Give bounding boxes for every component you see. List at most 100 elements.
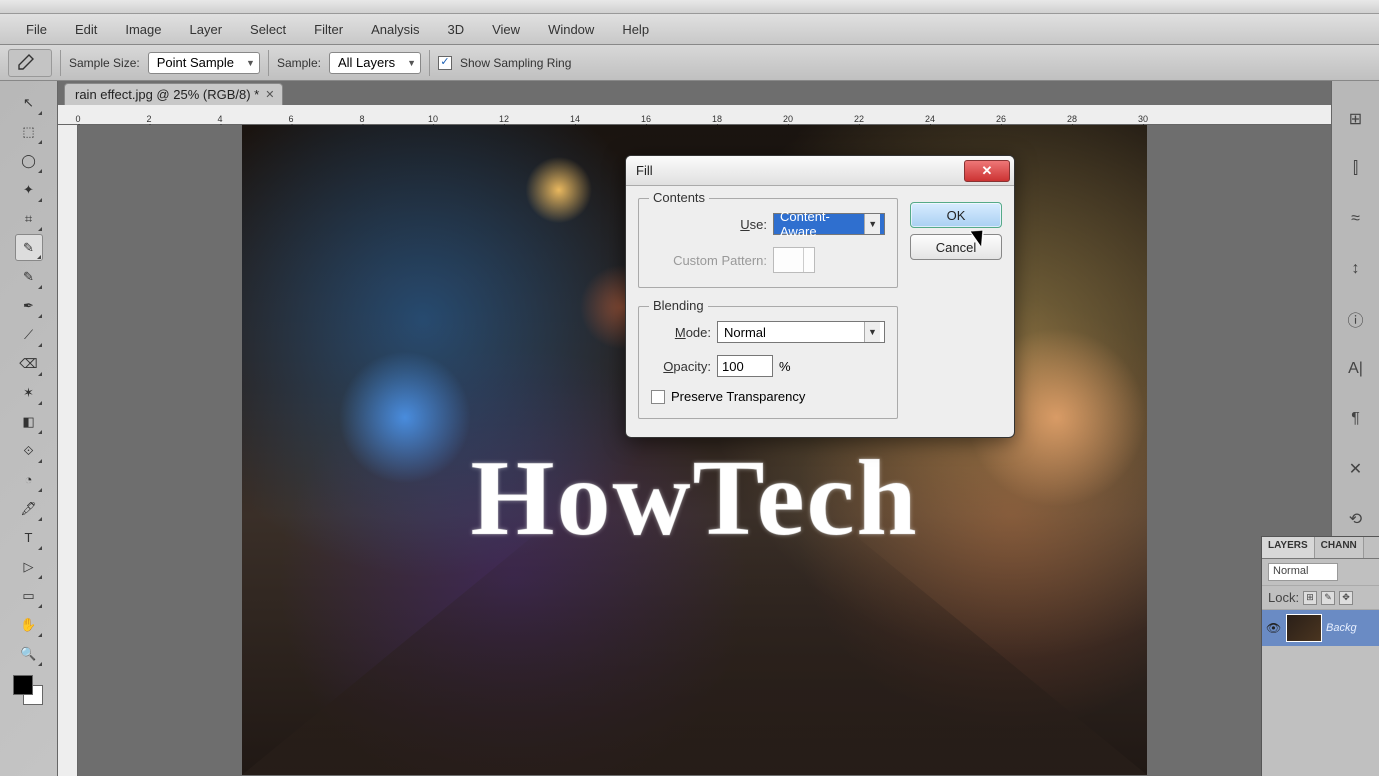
menu-select[interactable]: Select	[236, 18, 300, 41]
lock-brush-icon[interactable]: ✎	[1321, 591, 1335, 605]
panel-icon[interactable]: ⊞	[1342, 107, 1370, 131]
lock-move-icon[interactable]: ✥	[1339, 591, 1353, 605]
lock-label: Lock:	[1268, 590, 1299, 605]
ruler-tick: 24	[925, 114, 935, 124]
ok-button[interactable]: OK	[910, 202, 1002, 228]
menu-file[interactable]: File	[12, 18, 61, 41]
brush-tool[interactable]: ✒	[15, 292, 43, 319]
shape-tool[interactable]: ▭	[15, 582, 43, 609]
eyedropper-tool-icon[interactable]	[8, 49, 52, 77]
blur-tool[interactable]: ⟐	[15, 437, 43, 464]
panel-icon[interactable]: ⫿	[1342, 157, 1370, 181]
eraser-tool[interactable]: ✶	[15, 379, 43, 406]
use-value: Content-Aware	[780, 209, 864, 239]
sample-label: Sample:	[277, 56, 321, 70]
blend-mode-combo[interactable]: Normal	[1268, 563, 1338, 581]
hand-tool[interactable]: ✋	[15, 611, 43, 638]
opacity-value: 100	[722, 359, 744, 374]
chevron-down-icon: ▼	[864, 322, 880, 342]
close-icon[interactable]: ✕	[265, 88, 274, 101]
show-sampling-ring-label: Show Sampling Ring	[460, 56, 571, 70]
cancel-button[interactable]: Cancel	[910, 234, 1002, 260]
sample-combo[interactable]: All Layers ▼	[329, 52, 421, 74]
pen-tool[interactable]: 🖋	[15, 495, 43, 522]
crop-tool[interactable]: ⌗	[15, 205, 43, 232]
divider	[429, 50, 430, 76]
menu-layer[interactable]: Layer	[176, 18, 237, 41]
menu-3d[interactable]: 3D	[433, 18, 478, 41]
gradient-tool[interactable]: ◧	[15, 408, 43, 435]
preserve-transparency-label: Preserve Transparency	[671, 389, 805, 404]
use-combo[interactable]: Content-Aware ▼	[773, 213, 885, 235]
opacity-input[interactable]: 100	[717, 355, 773, 377]
chevron-down-icon: ▼	[864, 214, 880, 234]
document-tab[interactable]: rain effect.jpg @ 25% (RGB/8) * ✕	[64, 83, 283, 105]
menu-edit[interactable]: Edit	[61, 18, 111, 41]
opacity-label: Opacity:	[651, 359, 711, 374]
custom-pattern-label: Custom Pattern:	[651, 253, 767, 268]
marquee-tool[interactable]: ⬚	[15, 118, 43, 145]
healing-brush-tool[interactable]: ✎	[15, 263, 43, 290]
document-tab-title: rain effect.jpg @ 25% (RGB/8) *	[75, 87, 259, 102]
layer-thumbnail[interactable]	[1286, 614, 1322, 642]
move-tool[interactable]: ↖	[15, 89, 43, 116]
menu-analysis[interactable]: Analysis	[357, 18, 433, 41]
ruler-tick: 6	[288, 114, 293, 124]
show-sampling-ring-checkbox[interactable]: ✓	[438, 56, 452, 70]
horizontal-ruler: 024681012141618202224262830	[58, 105, 1331, 125]
character-panel-icon[interactable]: A|	[1342, 357, 1370, 381]
panel-icon[interactable]: ≈	[1342, 207, 1370, 231]
ruler-tick: 16	[641, 114, 651, 124]
layer-row[interactable]: 👁 Backg	[1262, 610, 1379, 646]
panel-icon[interactable]: ⟲	[1342, 507, 1370, 531]
menu-filter[interactable]: Filter	[300, 18, 357, 41]
sample-size-combo[interactable]: Point Sample ▼	[148, 52, 260, 74]
clone-stamp-tool[interactable]: ⟋	[15, 321, 43, 348]
preserve-transparency-checkbox[interactable]	[651, 390, 665, 404]
paragraph-panel-icon[interactable]: ¶	[1342, 407, 1370, 431]
sample-size-value: Point Sample	[157, 55, 234, 70]
mode-combo[interactable]: Normal ▼	[717, 321, 885, 343]
divider	[60, 50, 61, 76]
use-label: Use:	[651, 217, 767, 232]
sample-size-label: Sample Size:	[69, 56, 140, 70]
ruler-tick: 12	[499, 114, 509, 124]
eyedropper-tool[interactable]: ✎	[15, 234, 43, 261]
mode-value: Normal	[724, 325, 766, 340]
zoom-tool[interactable]: 🔍	[15, 640, 43, 667]
close-icon: ✕	[982, 163, 993, 179]
app-titlebar	[0, 0, 1379, 14]
lock-pixels-icon[interactable]: ⊞	[1303, 591, 1317, 605]
layer-name[interactable]: Backg	[1326, 622, 1357, 634]
panel-icon[interactable]: ✕	[1342, 457, 1370, 481]
mode-label: Mode:	[651, 325, 711, 340]
lasso-tool[interactable]: ◯	[15, 147, 43, 174]
chevron-down-icon: ▼	[246, 58, 255, 68]
opacity-unit: %	[779, 359, 791, 374]
ruler-tick: 0	[75, 114, 80, 124]
contents-legend: Contents	[649, 190, 709, 205]
menu-window[interactable]: Window	[534, 18, 608, 41]
layers-panel: LAYERS CHANN Normal Lock: ⊞ ✎ ✥ 👁 Backg	[1261, 536, 1379, 776]
dialog-titlebar[interactable]: Fill ✕	[626, 156, 1014, 186]
watermark-text: HowTech	[470, 437, 918, 561]
history-brush-tool[interactable]: ⌫	[15, 350, 43, 377]
foreground-color-swatch[interactable]	[13, 675, 33, 695]
menu-help[interactable]: Help	[608, 18, 663, 41]
panel-icon[interactable]: ↕	[1342, 257, 1370, 281]
vertical-ruler	[58, 125, 78, 776]
magic-wand-tool[interactable]: ✦	[15, 176, 43, 203]
menu-image[interactable]: Image	[111, 18, 175, 41]
menu-view[interactable]: View	[478, 18, 534, 41]
path-selection-tool[interactable]: ▷	[15, 553, 43, 580]
channels-tab[interactable]: CHANN	[1315, 537, 1364, 558]
ruler-tick: 10	[428, 114, 438, 124]
visibility-icon[interactable]: 👁	[1266, 621, 1282, 635]
layers-tab[interactable]: LAYERS	[1262, 537, 1315, 558]
panel-icon[interactable]: ⓘ	[1342, 307, 1370, 331]
type-tool[interactable]: T	[15, 524, 43, 551]
dialog-close-button[interactable]: ✕	[964, 160, 1010, 182]
color-swatches[interactable]	[9, 675, 49, 715]
custom-pattern-picker	[773, 247, 815, 273]
dodge-tool[interactable]: ◔	[15, 466, 43, 493]
